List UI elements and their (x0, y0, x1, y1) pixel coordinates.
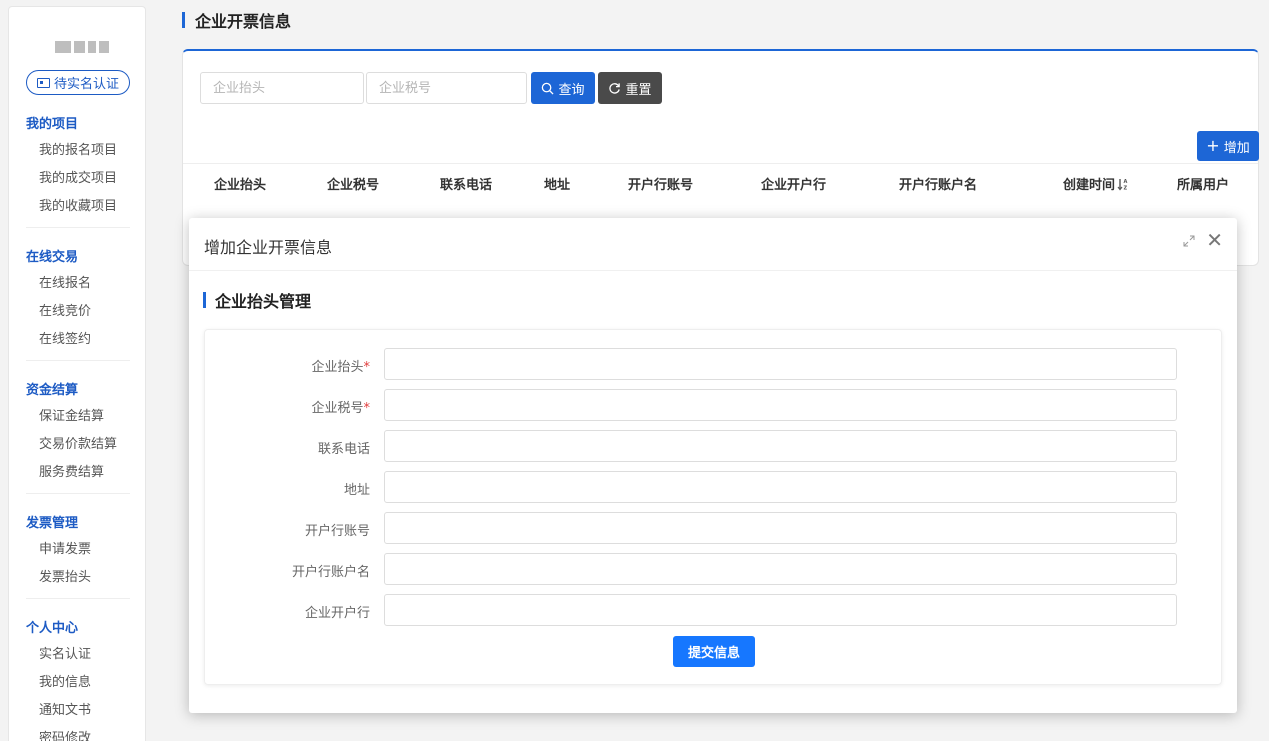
user-name-blurred (55, 41, 109, 55)
nav-item-online-bidding[interactable]: 在线竞价 (9, 298, 147, 326)
search-tax-input[interactable] (366, 72, 527, 104)
nav-item-change-password[interactable]: 密码修改 (9, 725, 147, 741)
form-row-bank-account: 开户行账号 (205, 512, 1223, 544)
column-header: 所属用户 (1177, 178, 1230, 193)
nav-item-apply-invoice[interactable]: 申请发票 (9, 536, 147, 564)
add-invoice-modal: 增加企业开票信息 ✕ 企业抬头管理 企业抬头* 企业税号* 联系电话 地址 开户… (189, 218, 1237, 713)
phone-field[interactable] (384, 430, 1177, 462)
nav-item-invoice-title[interactable]: 发票抬头 (9, 564, 147, 592)
nav-item-my-info[interactable]: 我的信息 (9, 669, 147, 697)
nav-item-payment-settlement[interactable]: 交易价款结算 (9, 431, 147, 459)
form-row-title: 企业抬头* (205, 348, 1223, 380)
field-label: 地址 (343, 483, 370, 498)
nav-item-real-name[interactable]: 实名认证 (9, 641, 147, 669)
nav-group-title: 个人中心 (26, 621, 79, 636)
divider (26, 360, 130, 361)
query-button[interactable]: 查询 (531, 72, 595, 104)
add-label: 增加 (1223, 140, 1250, 156)
column-header: 联系电话 (440, 178, 493, 193)
search-icon (542, 82, 555, 95)
column-header: 企业抬头 (214, 178, 267, 193)
nav-group-settlement: 资金结算 保证金结算 交易价款结算 服务费结算 (9, 379, 147, 487)
search-title-input[interactable] (200, 72, 364, 104)
nav-group-projects: 我的项目 我的报名项目 我的成交项目 我的收藏项目 (9, 113, 147, 221)
page-title: 企业开票信息 (195, 12, 292, 31)
nav-item-closed-projects[interactable]: 我的成交项目 (9, 165, 147, 193)
form-row-tax: 企业税号* (205, 389, 1223, 421)
sort-icon: AZ (1117, 178, 1128, 191)
nav-group-trading: 在线交易 在线报名 在线竞价 在线签约 (9, 246, 147, 354)
divider (26, 227, 130, 228)
form-row-address: 地址 (205, 471, 1223, 503)
reset-button[interactable]: 重置 (598, 72, 662, 104)
divider (26, 493, 130, 494)
nav-item-notices[interactable]: 通知文书 (9, 697, 147, 725)
divider (26, 598, 130, 599)
column-header: 地址 (544, 178, 571, 193)
reset-label: 重置 (625, 82, 652, 98)
field-label: 企业开户行 (304, 606, 370, 621)
column-header-label: 创建时间 (1063, 178, 1116, 193)
field-label: 开户行账户名 (291, 565, 370, 580)
address-field[interactable] (384, 471, 1177, 503)
form-row-bank: 企业开户行 (205, 594, 1223, 626)
modal-title: 增加企业开票信息 (204, 238, 333, 257)
nav-item-fee-settlement[interactable]: 服务费结算 (9, 459, 147, 487)
nav-item-online-signing[interactable]: 在线签约 (9, 326, 147, 354)
maximize-icon[interactable] (1182, 234, 1196, 248)
bank-field[interactable] (384, 594, 1177, 626)
modal-header: 增加企业开票信息 ✕ (189, 218, 1237, 271)
nav-group-title: 我的项目 (26, 117, 79, 132)
verify-status-badge[interactable]: 待实名认证 (26, 70, 130, 95)
section-accent-bar (203, 292, 206, 308)
title-accent-bar (182, 12, 185, 28)
bank-account-field[interactable] (384, 512, 1177, 544)
nav-group-title: 发票管理 (26, 516, 79, 531)
close-icon[interactable]: ✕ (1206, 230, 1223, 250)
column-header: 开户行账户名 (899, 178, 978, 193)
invoice-form: 企业抬头* 企业税号* 联系电话 地址 开户行账号 开户行账户名 企业开户行 提… (204, 329, 1222, 685)
nav-group-invoice: 发票管理 申请发票 发票抬头 (9, 512, 147, 592)
nav-group-personal: 个人中心 实名认证 我的信息 通知文书 密码修改 (9, 617, 147, 741)
form-row-account-name: 开户行账户名 (205, 553, 1223, 585)
column-header: 企业税号 (327, 178, 380, 193)
query-label: 查询 (558, 82, 585, 98)
field-label: 企业抬头* (311, 360, 370, 375)
nav-item-deposit-settlement[interactable]: 保证金结算 (9, 403, 147, 431)
nav-item-signed-up-projects[interactable]: 我的报名项目 (9, 137, 147, 165)
table-header: 企业抬头 企业税号 联系电话 地址 开户行账号 企业开户行 开户行账户名 创建时… (183, 163, 1258, 201)
company-title-field[interactable] (384, 348, 1177, 380)
svg-text:Z: Z (1124, 185, 1128, 191)
nav-group-title: 在线交易 (26, 250, 79, 265)
column-header: 开户行账号 (628, 178, 694, 193)
sidebar: 待实名认证 我的项目 我的报名项目 我的成交项目 我的收藏项目 在线交易 在线报… (8, 6, 146, 741)
field-label: 开户行账号 (304, 524, 370, 539)
verify-status-label: 待实名认证 (53, 77, 119, 92)
form-row-phone: 联系电话 (205, 430, 1223, 462)
section-title: 企业抬头管理 (215, 292, 312, 311)
page-header: 企业开票信息 (182, 8, 291, 32)
tax-number-field[interactable] (384, 389, 1177, 421)
add-button[interactable]: + 增加 (1197, 131, 1259, 161)
field-label: 联系电话 (317, 442, 370, 457)
column-header: 企业开户行 (761, 178, 827, 193)
submit-button[interactable]: 提交信息 (673, 636, 755, 667)
id-card-icon (36, 77, 50, 88)
section-header: 企业抬头管理 (203, 288, 311, 312)
column-header-sortable[interactable]: 创建时间 AZ (1063, 174, 1129, 193)
refresh-icon (609, 82, 621, 94)
account-name-field[interactable] (384, 553, 1177, 585)
plus-icon: + (1206, 136, 1220, 155)
nav-item-online-signup[interactable]: 在线报名 (9, 270, 147, 298)
svg-text:A: A (1124, 179, 1128, 185)
nav-group-title: 资金结算 (26, 383, 79, 398)
nav-item-favorite-projects[interactable]: 我的收藏项目 (9, 193, 147, 221)
field-label: 企业税号* (311, 401, 370, 416)
